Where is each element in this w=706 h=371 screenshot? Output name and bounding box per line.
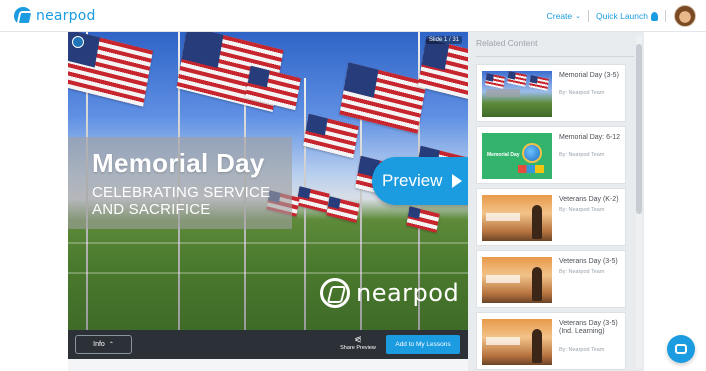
related-thumbnail: [482, 319, 552, 365]
nav-divider: [588, 10, 590, 22]
grass-row: [68, 242, 468, 244]
nav-divider: [665, 10, 666, 22]
related-author: By: Nearpod Team: [559, 269, 605, 275]
nav-right-group: Create ⌄ Quick Launch: [547, 4, 696, 28]
divider: [476, 56, 634, 57]
globe-icon: [522, 143, 542, 163]
related-author: By: Nearpod Team: [559, 90, 605, 96]
help-chat-button[interactable]: [667, 335, 695, 363]
chevron-down-icon: ⌄: [575, 13, 582, 20]
related-title: Memorial Day: 6-12: [559, 134, 621, 141]
scrollbar-thumb[interactable]: [636, 44, 642, 214]
quick-launch-label: Quick Launch: [596, 11, 648, 21]
related-author: By: Nearpod Team: [559, 207, 605, 213]
flag-image: [485, 73, 505, 89]
create-menu-button[interactable]: Create ⌄: [547, 11, 581, 21]
info-label: Info: [93, 341, 105, 348]
related-author: By: Nearpod Team: [559, 152, 605, 158]
thumbnail-title-bar: [486, 213, 520, 221]
flag-image: [339, 62, 427, 134]
lesson-title: Memorial Day: [92, 148, 265, 178]
related-thumbnail: [482, 257, 552, 303]
share-preview-button[interactable]: ⪗ Share Preview: [338, 334, 378, 352]
edit-icon[interactable]: [72, 36, 84, 48]
related-card[interactable]: Memorial Day (3-5) By: Nearpod Team: [476, 64, 626, 122]
flag-image: [529, 75, 549, 91]
books-icon: [518, 165, 544, 173]
related-title: Memorial Day (3-5): [559, 72, 619, 79]
details-panel-edge: [68, 359, 468, 371]
nearpod-logo-icon: [320, 278, 350, 308]
related-title: Veterans Day (K-2): [559, 196, 619, 203]
related-header: Related Content: [476, 38, 538, 48]
related-scrollbar[interactable]: [636, 36, 642, 368]
flag-image: [417, 38, 468, 102]
share-icon: ⪗: [354, 334, 362, 344]
slide-counter: Slide 1 / 31: [425, 36, 462, 44]
related-card[interactable]: Memorial Day Memorial Day: 6-12 By: Near…: [476, 126, 626, 184]
related-title: Veterans Day (3-5) (Ind. Learning): [559, 320, 618, 335]
related-thumbnail: [482, 71, 552, 117]
related-card[interactable]: Veterans Day (K-2) By: Nearpod Team: [476, 188, 626, 246]
info-button[interactable]: Info ⌃: [75, 335, 132, 354]
lesson-action-bar: Info ⌃ ⪗ Share Preview Add to My Lessons: [68, 330, 468, 359]
top-nav-bar: nearpod Create ⌄ Quick Launch: [0, 0, 706, 32]
grass-row: [68, 272, 468, 274]
lesson-cover-image: Slide 1 / 31 Memorial Day CELEBRATING SE…: [68, 32, 468, 330]
flag-image: [303, 113, 359, 159]
related-content-panel: Related Content Memorial Day (3-5) By: N…: [468, 32, 644, 371]
nearpod-logo[interactable]: nearpod: [14, 6, 96, 26]
thumbnail-title-bar: [486, 337, 520, 345]
nearpod-logo-icon: [14, 7, 32, 25]
share-label: Share Preview: [340, 345, 376, 351]
chat-icon: [675, 344, 687, 354]
related-thumbnail: Memorial Day: [482, 133, 552, 179]
preview-label: Preview: [382, 171, 443, 190]
rocket-icon: [651, 11, 658, 21]
chevron-up-icon: ⌃: [108, 342, 114, 348]
soldier-silhouette: [532, 205, 542, 239]
user-avatar[interactable]: [674, 5, 696, 27]
thumbnail-title-bar: [486, 275, 520, 283]
thumbnail-label: Memorial Day: [487, 152, 520, 158]
create-label: Create: [546, 11, 573, 21]
flag-image: [326, 196, 360, 223]
related-card[interactable]: Veterans Day (3-5) By: Nearpod Team: [476, 250, 626, 308]
watermark-text: nearpod: [356, 279, 460, 307]
soldier-silhouette: [532, 267, 542, 301]
lesson-subtitle: CELEBRATING SERVICE AND SACRIFICE: [92, 184, 271, 218]
flag-image: [507, 71, 527, 87]
thumbnail-title-bar: [486, 89, 520, 97]
logo-text: nearpod: [36, 8, 96, 24]
nearpod-watermark: nearpod: [320, 278, 459, 308]
preview-button[interactable]: Preview: [372, 157, 468, 205]
related-thumbnail: [482, 195, 552, 241]
related-author: By: Nearpod Team: [559, 347, 605, 353]
play-icon: [452, 174, 463, 188]
quick-launch-button[interactable]: Quick Launch: [596, 11, 658, 21]
add-to-my-lessons-button[interactable]: Add to My Lessons: [386, 335, 460, 354]
related-card[interactable]: Veterans Day (3-5) (Ind. Learning) By: N…: [476, 312, 626, 370]
flag-image: [406, 206, 440, 233]
soldier-silhouette: [532, 329, 542, 363]
related-title: Veterans Day (3-5): [559, 258, 618, 265]
